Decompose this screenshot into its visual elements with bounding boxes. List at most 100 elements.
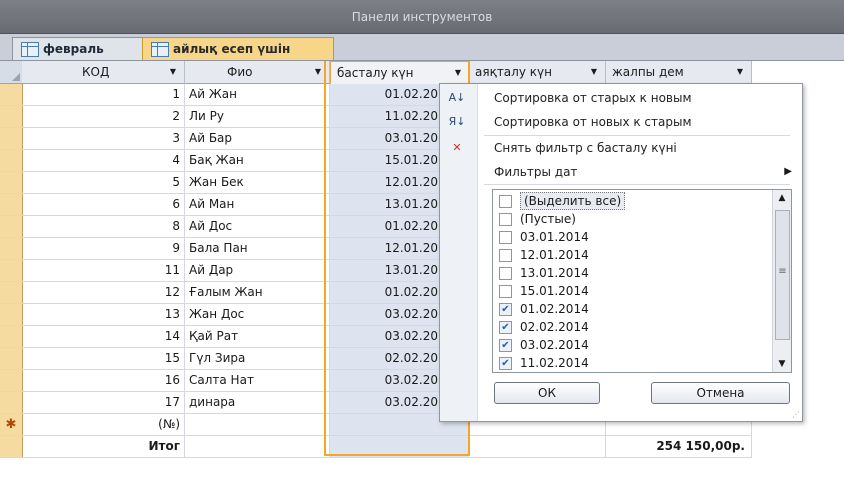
cell-fio[interactable] [185, 436, 330, 458]
checkbox[interactable]: ✔ [499, 303, 512, 316]
cell-kod[interactable]: 6 [22, 194, 185, 216]
cell-kod[interactable]: 3 [22, 128, 185, 150]
chevron-down-icon[interactable]: ▼ [170, 61, 176, 83]
column-header-kod[interactable]: КОД ▼ [22, 61, 185, 84]
column-header-ayaktalu[interactable]: аяқталу күн ▼ [469, 61, 606, 84]
tab-aylyk-esep[interactable]: айлық есеп үшін [142, 37, 334, 60]
filter-option[interactable]: 12.01.2014 [493, 246, 767, 264]
checkbox[interactable] [499, 231, 512, 244]
row-selector[interactable] [0, 436, 23, 458]
cell-fio[interactable]: Ай Бар [185, 128, 330, 150]
cell-kod[interactable]: 8 [22, 216, 185, 238]
checkbox[interactable]: ✔ [499, 339, 512, 352]
scrollbar-thumb[interactable]: ≡ [775, 210, 790, 340]
sort-descending-item[interactable]: Я↓ Сортировка от новых к старым [440, 110, 802, 134]
cell-kod[interactable]: 16 [22, 370, 185, 392]
cell-fio[interactable]: Гүл Зира [185, 348, 330, 370]
column-header-zhalpy[interactable]: жалпы дем ▼ [606, 61, 752, 84]
row-selector[interactable] [0, 370, 23, 392]
cell-fio[interactable]: динара [185, 392, 330, 414]
filter-option[interactable]: ✔ 02.02.2014 [493, 318, 767, 336]
clear-filter-item[interactable]: ✕ Снять фильтр с басталу күні [440, 136, 802, 160]
resize-grip-icon[interactable]: ⋰ [792, 410, 800, 419]
totals-sum[interactable]: 254 150,00р. [606, 436, 752, 458]
filter-values-list[interactable]: (Выделить все) (Пустые) 03.01.2014 12.01.20… [492, 189, 792, 373]
checkbox[interactable] [499, 249, 512, 262]
cancel-button[interactable]: Отмена [651, 382, 790, 404]
filter-option[interactable]: ✔ 01.02.2014 [493, 300, 767, 318]
row-selector[interactable] [0, 84, 23, 106]
chevron-down-icon[interactable]: ▼ [591, 61, 597, 83]
select-all-corner[interactable] [0, 61, 23, 84]
list-scrollbar[interactable]: ▲ ≡ ▼ [772, 190, 791, 372]
checkbox[interactable] [499, 267, 512, 280]
row-selector[interactable] [0, 150, 23, 172]
cell-fio[interactable]: Ғалым Жан [185, 282, 330, 304]
cell-fio[interactable]: Ай Жан [185, 84, 330, 106]
cell-fio[interactable] [185, 414, 330, 436]
cell-kod[interactable]: 5 [22, 172, 185, 194]
cell-kod[interactable]: 4 [22, 150, 185, 172]
cell-fio[interactable]: Ай Дос [185, 216, 330, 238]
chevron-down-icon[interactable]: ▼ [315, 61, 321, 83]
row-selector[interactable] [0, 172, 23, 194]
cell-fio[interactable]: Ай Дар [185, 260, 330, 282]
filter-option[interactable]: (Выделить все) [493, 192, 767, 210]
row-selector[interactable] [0, 194, 23, 216]
cell-ayaktalu[interactable] [469, 436, 606, 458]
checkbox[interactable]: ✔ [499, 357, 512, 370]
cell-kod[interactable]: 17 [22, 392, 185, 414]
cell-kod[interactable]: 11 [22, 260, 185, 282]
row-selector[interactable] [0, 128, 23, 150]
scroll-down-icon[interactable]: ▼ [773, 356, 791, 372]
row-selector[interactable] [0, 282, 23, 304]
checkbox[interactable]: ✔ [499, 321, 512, 334]
new-record-marker-icon[interactable]: ✱ [0, 414, 23, 436]
cell-fio[interactable]: Салта Нат [185, 370, 330, 392]
cell-kod[interactable]: 2 [22, 106, 185, 128]
cell-fio[interactable]: Ли Ру [185, 106, 330, 128]
row-selector[interactable] [0, 238, 23, 260]
row-selector[interactable] [0, 348, 23, 370]
checkbox[interactable] [499, 195, 512, 208]
cell-kod[interactable]: 14 [22, 326, 185, 348]
cell-fio[interactable]: Жан Дос [185, 304, 330, 326]
cell-kod[interactable]: 12 [22, 282, 185, 304]
cell-bastalu[interactable] [330, 436, 469, 458]
tab-fevral[interactable]: февраль [12, 37, 148, 60]
checkbox[interactable] [499, 213, 512, 226]
cell-kod[interactable]: 9 [22, 238, 185, 260]
row-selector[interactable] [0, 216, 23, 238]
filter-option[interactable]: 13.01.2014 [493, 264, 767, 282]
filter-option-label: (Пустые) [520, 212, 576, 226]
cell-kod-placeholder[interactable]: (№) [22, 414, 185, 436]
column-header-fio[interactable]: Фио ▼ [185, 61, 330, 84]
row-selector[interactable] [0, 326, 23, 348]
filter-option[interactable]: ✔ 11.02.2014 [493, 354, 767, 372]
table-icon [21, 42, 39, 57]
sort-ascending-item[interactable]: А↓ Сортировка от старых к новым [440, 86, 802, 110]
cell-fio[interactable]: Бақ Жан [185, 150, 330, 172]
chevron-down-icon[interactable]: ▼ [455, 62, 461, 84]
scroll-up-icon[interactable]: ▲ [773, 190, 791, 206]
column-header-bastalu[interactable]: басталу күн ▼ [330, 61, 470, 85]
row-selector[interactable] [0, 392, 23, 414]
cell-kod[interactable]: 15 [22, 348, 185, 370]
date-filters-item[interactable]: Фильтры дат ▶ [440, 160, 802, 184]
cell-fio[interactable]: Бала Пан [185, 238, 330, 260]
filter-option[interactable]: 15.01.2014 [493, 282, 767, 300]
ok-button[interactable]: ОК [494, 382, 600, 404]
row-selector[interactable] [0, 106, 23, 128]
row-selector[interactable] [0, 260, 23, 282]
chevron-down-icon[interactable]: ▼ [737, 61, 743, 83]
checkbox[interactable] [499, 285, 512, 298]
row-selector[interactable] [0, 304, 23, 326]
cell-fio[interactable]: Жан Бек [185, 172, 330, 194]
filter-option[interactable]: ✔ 03.02.2014 [493, 336, 767, 354]
cell-kod[interactable]: 13 [22, 304, 185, 326]
filter-option[interactable]: (Пустые) [493, 210, 767, 228]
cell-kod[interactable]: 1 [22, 84, 185, 106]
cell-fio[interactable]: Қай Рат [185, 326, 330, 348]
cell-fio[interactable]: Ай Ман [185, 194, 330, 216]
filter-option[interactable]: 03.01.2014 [493, 228, 767, 246]
